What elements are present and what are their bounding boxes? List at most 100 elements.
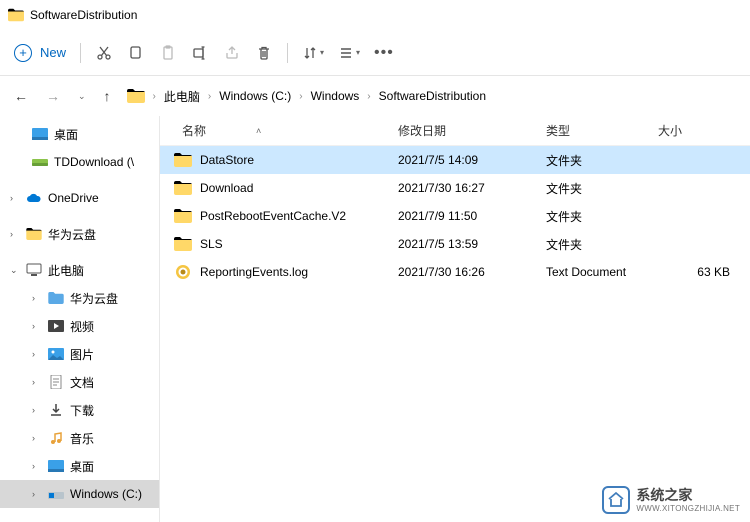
back-button[interactable]: ← bbox=[14, 88, 28, 104]
breadcrumb-item[interactable]: SoftwareDistribution bbox=[379, 89, 486, 103]
chevron-right-icon: › bbox=[367, 91, 370, 102]
sidebar-item-huawei[interactable]: › 华为云盘 bbox=[0, 220, 159, 248]
collapse-icon[interactable]: ⌄ bbox=[10, 265, 20, 276]
breadcrumb-item[interactable]: 此电脑 bbox=[164, 88, 200, 105]
table-row[interactable]: DataStore 2021/7/5 14:09文件夹 bbox=[160, 146, 750, 174]
folder-icon bbox=[8, 8, 24, 22]
expand-icon[interactable]: › bbox=[32, 321, 42, 331]
file-date: 2021/7/30 16:27 bbox=[398, 181, 546, 195]
sidebar-item-huawei-cloud[interactable]: ›华为云盘 bbox=[0, 284, 159, 312]
sidebar-item-desktop[interactable]: 桌面 bbox=[0, 120, 159, 148]
column-type[interactable]: 类型 bbox=[546, 122, 658, 139]
recent-button[interactable]: ⌄ bbox=[78, 91, 86, 102]
documents-icon bbox=[48, 374, 64, 390]
drive-icon bbox=[32, 154, 48, 170]
window-title: SoftwareDistribution bbox=[30, 8, 137, 22]
new-button[interactable]: + New bbox=[14, 44, 66, 62]
rename-icon[interactable] bbox=[191, 44, 209, 62]
breadcrumb-item[interactable]: Windows bbox=[311, 89, 360, 103]
sidebar-item-documents[interactable]: ›文档 bbox=[0, 368, 159, 396]
table-row[interactable]: Download 2021/7/30 16:27文件夹 bbox=[160, 174, 750, 202]
copy-icon[interactable] bbox=[127, 44, 145, 62]
expand-icon[interactable]: › bbox=[32, 293, 42, 303]
sidebar-item-pictures[interactable]: ›图片 bbox=[0, 340, 159, 368]
folder-icon bbox=[127, 89, 145, 103]
share-icon[interactable] bbox=[223, 44, 241, 62]
file-name: DataStore bbox=[200, 153, 254, 167]
chevron-down-icon: ▾ bbox=[320, 48, 324, 57]
file-type: 文件夹 bbox=[546, 236, 658, 253]
sidebar-item-videos[interactable]: ›视频 bbox=[0, 312, 159, 340]
sidebar-item-downloads[interactable]: ›下载 bbox=[0, 396, 159, 424]
drive-windows-icon bbox=[48, 486, 64, 502]
view-button[interactable]: ▾ bbox=[338, 45, 360, 61]
watermark: 系统之家WWW.XITONGZHIJIA.NET bbox=[602, 486, 740, 514]
file-size: 63 KB bbox=[658, 265, 750, 279]
column-size[interactable]: 大小 bbox=[658, 122, 750, 139]
file-date: 2021/7/30 16:26 bbox=[398, 265, 546, 279]
expand-icon[interactable]: › bbox=[10, 193, 20, 203]
column-headers[interactable]: 名称˄ 修改日期 类型 大小 bbox=[160, 116, 750, 146]
expand-icon[interactable]: › bbox=[32, 349, 42, 359]
expand-icon[interactable]: › bbox=[32, 461, 42, 471]
file-type: 文件夹 bbox=[546, 208, 658, 225]
onedrive-icon bbox=[26, 190, 42, 206]
plus-icon: + bbox=[14, 44, 32, 62]
navbar: ← → ⌄ ↑ › 此电脑 › Windows (C:) › Windows ›… bbox=[0, 76, 750, 116]
forward-button[interactable]: → bbox=[46, 88, 60, 104]
file-date: 2021/7/5 14:09 bbox=[398, 153, 546, 167]
music-icon bbox=[48, 430, 64, 446]
sort-button[interactable]: ▾ bbox=[302, 45, 324, 61]
file-type: Text Document bbox=[546, 265, 658, 279]
expand-icon[interactable]: › bbox=[32, 405, 42, 415]
chevron-right-icon: › bbox=[208, 91, 211, 102]
table-row[interactable]: SLS 2021/7/5 13:59文件夹 bbox=[160, 230, 750, 258]
desktop-icon bbox=[48, 458, 64, 474]
file-name: SLS bbox=[200, 237, 223, 251]
file-type: 文件夹 bbox=[546, 152, 658, 169]
desktop-icon bbox=[32, 126, 48, 142]
sidebar-item-music[interactable]: ›音乐 bbox=[0, 424, 159, 452]
chevron-right-icon: › bbox=[153, 91, 156, 102]
folder-icon bbox=[26, 226, 42, 242]
watermark-icon bbox=[602, 486, 630, 514]
cut-icon[interactable] bbox=[95, 44, 113, 62]
chevron-down-icon: ▾ bbox=[356, 48, 360, 57]
paste-icon[interactable] bbox=[159, 44, 177, 62]
expand-icon[interactable]: › bbox=[32, 489, 42, 499]
file-date: 2021/7/5 13:59 bbox=[398, 237, 546, 251]
sidebar-item-thispc[interactable]: ⌄ 此电脑 bbox=[0, 256, 159, 284]
file-name: ReportingEvents.log bbox=[200, 265, 308, 279]
expand-icon[interactable]: › bbox=[32, 377, 42, 387]
expand-icon[interactable]: › bbox=[10, 229, 20, 239]
sidebar-item-windows-c[interactable]: ›Windows (C:) bbox=[0, 480, 159, 508]
expand-icon[interactable]: › bbox=[32, 433, 42, 443]
file-type: 文件夹 bbox=[546, 180, 658, 197]
file-list: 名称˄ 修改日期 类型 大小 DataStore2021/7/5 14:09文件… bbox=[160, 116, 750, 522]
sidebar-item-desktop2[interactable]: ›桌面 bbox=[0, 452, 159, 480]
sidebar-item-onedrive[interactable]: › OneDrive bbox=[0, 184, 159, 212]
sidebar[interactable]: 桌面 TDDownload (\ › OneDrive › 华为云盘 ⌄ 此电脑… bbox=[0, 116, 160, 522]
toolbar: + New ▾ ▾ ••• bbox=[0, 30, 750, 76]
file-name: PostRebootEventCache.V2 bbox=[200, 209, 346, 223]
file-date: 2021/7/9 11:50 bbox=[398, 209, 546, 223]
thispc-icon bbox=[26, 262, 42, 278]
pictures-icon bbox=[48, 346, 64, 362]
table-row[interactable]: ReportingEvents.log 2021/7/30 16:26Text D… bbox=[160, 258, 750, 286]
column-date[interactable]: 修改日期 bbox=[398, 122, 546, 139]
video-icon bbox=[48, 318, 64, 334]
breadcrumb[interactable]: › 此电脑 › Windows (C:) › Windows › Softwar… bbox=[127, 88, 486, 105]
up-button[interactable]: ↑ bbox=[104, 88, 111, 104]
more-button[interactable]: ••• bbox=[374, 44, 394, 62]
sidebar-item-tddownload[interactable]: TDDownload (\ bbox=[0, 148, 159, 176]
titlebar: SoftwareDistribution bbox=[0, 0, 750, 30]
column-name[interactable]: 名称˄ bbox=[160, 122, 398, 139]
delete-icon[interactable] bbox=[255, 44, 273, 62]
file-name: Download bbox=[200, 181, 253, 195]
folder-icon bbox=[48, 290, 64, 306]
chevron-right-icon: › bbox=[299, 91, 302, 102]
downloads-icon bbox=[48, 402, 64, 418]
table-row[interactable]: PostRebootEventCache.V2 2021/7/9 11:50文件夹 bbox=[160, 202, 750, 230]
sort-indicator-icon: ˄ bbox=[256, 126, 261, 136]
breadcrumb-item[interactable]: Windows (C:) bbox=[219, 89, 291, 103]
